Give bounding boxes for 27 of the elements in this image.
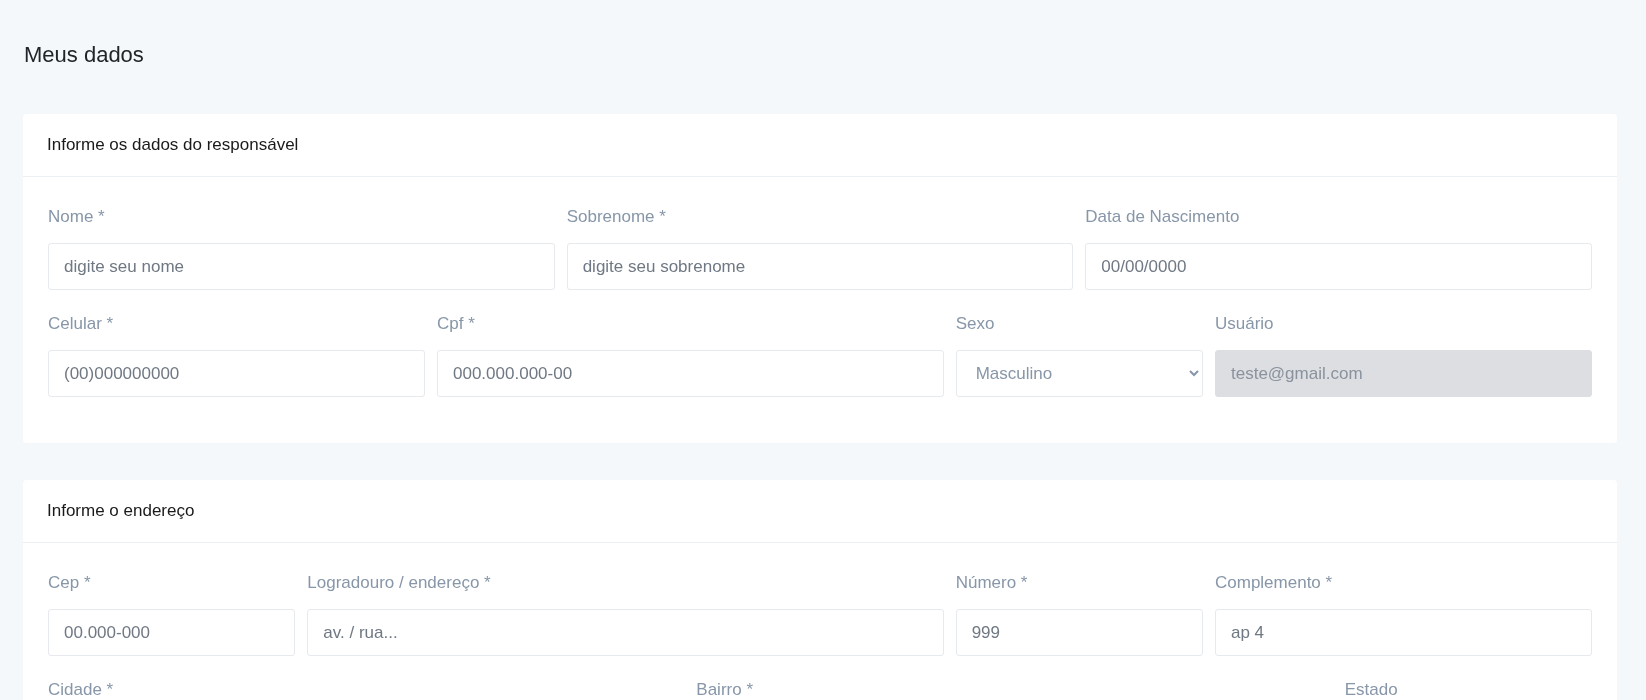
field-label: Cep * bbox=[48, 573, 92, 593]
field-label: Cpf * bbox=[437, 314, 476, 334]
input-field[interactable]: ap 4 bbox=[1215, 609, 1592, 656]
field-label: Sexo bbox=[955, 314, 996, 334]
field-label: Estado bbox=[1344, 680, 1399, 700]
field-label: Bairro * bbox=[696, 680, 754, 700]
field-label: Data de Nascimento bbox=[1085, 207, 1241, 227]
card-title: Informe o endereço bbox=[47, 501, 195, 521]
select-field[interactable]: Masculino bbox=[955, 350, 1203, 397]
input-field[interactable]: (00)000000000 bbox=[48, 350, 425, 397]
input-field[interactable]: digite seu sobrenome bbox=[566, 243, 1074, 290]
field-label: Logradouro / endereço * bbox=[307, 573, 492, 593]
field-label: Nome * bbox=[48, 207, 106, 227]
field-label: Cidade * bbox=[48, 680, 115, 700]
page-title: Meus dados bbox=[24, 42, 145, 68]
input-field[interactable]: 000.000.000-00 bbox=[437, 350, 944, 397]
input-field[interactable]: digite seu nome bbox=[48, 243, 555, 290]
input-field[interactable]: av. / rua... bbox=[307, 609, 944, 656]
field-label: Sobrenome * bbox=[566, 207, 667, 227]
input-field[interactable]: 999 bbox=[955, 609, 1203, 656]
input-field[interactable]: 00.000-000 bbox=[48, 609, 296, 656]
input-field[interactable]: 00/00/0000 bbox=[1085, 243, 1592, 290]
field-label: Usuário bbox=[1215, 314, 1275, 334]
field-label: Celular * bbox=[48, 314, 115, 334]
field-label: Complemento * bbox=[1215, 573, 1334, 593]
field-label: Número * bbox=[955, 573, 1029, 593]
card-title: Informe os dados do responsável bbox=[47, 135, 299, 155]
